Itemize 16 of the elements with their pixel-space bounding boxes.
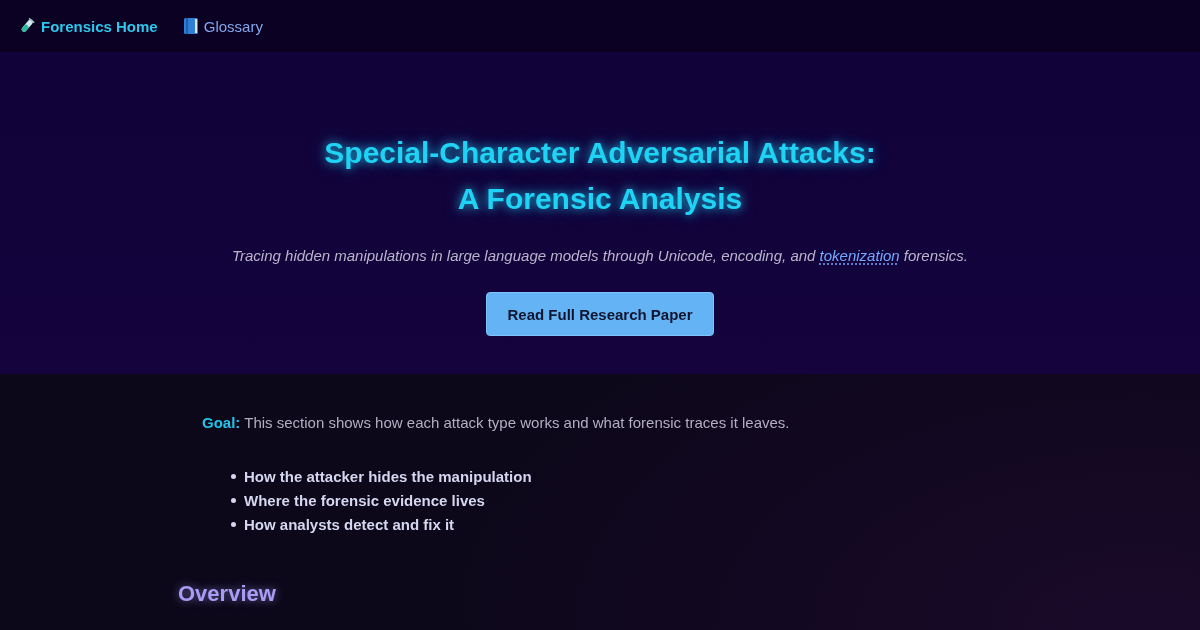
- bullet-icon: [231, 473, 236, 479]
- section-heading: Overview: [178, 580, 276, 608]
- list-item-text: Where the forensic evidence lives: [244, 491, 485, 509]
- list-item-text: How the attacker hides the manipulation: [244, 467, 532, 485]
- nav-link[interactable]: Forensics Home: [19, 17, 158, 35]
- subtitle-text: Tracing hidden manipulations in large language models through Unicode, encoding, and tokenization forensics.: [231, 246, 969, 266]
- bullet-icon: [231, 521, 236, 527]
- bullet-icon: [231, 497, 236, 503]
- read-paper-button[interactable]: Read Full Research Paper: [486, 292, 714, 336]
- goal-text: Goal: This section shows how each attack type works and what forensic traces it leaves.: [202, 413, 790, 433]
- book-icon: [183, 18, 198, 34]
- list-item-text: How analysts detect and fix it: [244, 515, 455, 533]
- nav-link[interactable]: Glossary: [183, 17, 263, 35]
- term-link[interactable]: tokenization: [819, 247, 900, 264]
- page-title: Special-Character Adversarial Attacks:: [324, 135, 876, 171]
- page-title: A Forensic Analysis: [457, 181, 743, 217]
